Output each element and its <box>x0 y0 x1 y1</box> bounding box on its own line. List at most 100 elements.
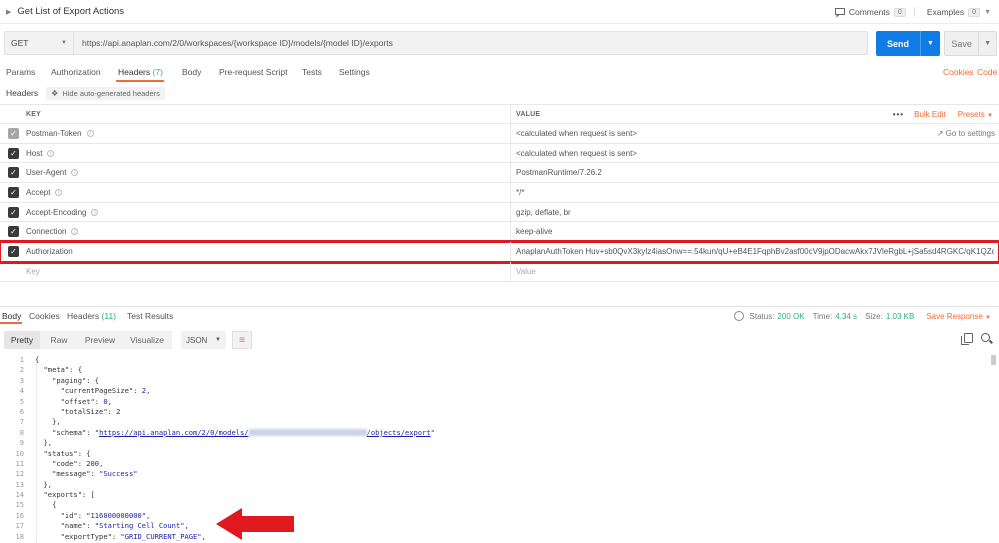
method-select[interactable]: GET ▼ <box>4 31 74 55</box>
info-icon[interactable]: i <box>47 149 55 157</box>
header-enabled-checkbox[interactable]: ✓ <box>8 187 19 199</box>
send-label: Send <box>886 38 909 49</box>
save-response-label: Save Response <box>926 311 983 321</box>
header-enabled-checkbox[interactable]: ✓ <box>8 246 19 258</box>
new-header-row: Key Value <box>0 261 999 282</box>
go-to-settings-link[interactable]: ↗ Go to settings <box>937 129 995 138</box>
header-key[interactable]: Authorization <box>26 247 73 256</box>
headers-label: Headers <box>6 88 39 98</box>
header-value[interactable]: keep-alive <box>516 227 994 236</box>
view-preview-button[interactable]: Preview <box>78 331 122 349</box>
send-button[interactable]: Send ▼ <box>876 31 940 56</box>
header-enabled-checkbox[interactable]: ✓ <box>8 226 19 238</box>
send-options-chevron-icon[interactable]: ▼ <box>920 31 940 56</box>
examples-button[interactable]: Examples 0 ▼ <box>913 7 999 17</box>
code-text: "status": { <box>35 448 91 458</box>
new-value-input[interactable]: Value <box>516 267 994 276</box>
code-text: "code": 200, <box>35 458 104 468</box>
header-key[interactable]: Host i <box>26 149 55 158</box>
line-number: 13 <box>15 479 24 489</box>
new-key-input[interactable]: Key <box>26 267 40 276</box>
tab-prerequest-script[interactable]: Pre-request Script <box>219 67 288 77</box>
scrollbar-thumb[interactable] <box>991 355 996 365</box>
header-enabled-checkbox[interactable]: ✓ <box>8 128 19 139</box>
wrap-lines-icon[interactable]: ≡ <box>232 331 252 349</box>
info-icon[interactable]: i <box>55 189 63 197</box>
tab-response-headers[interactable]: Headers (11) <box>67 311 116 321</box>
column-divider <box>510 163 511 183</box>
header-value[interactable]: AnaplanAuthToken Huv+sb0QvX3kyIz4iasOnw=… <box>516 247 994 256</box>
code-line: 10 "status": { <box>0 449 990 459</box>
tab-test-results[interactable]: Test Results <box>127 311 173 321</box>
search-icon[interactable] <box>981 333 990 342</box>
status-label: Status: <box>749 311 775 321</box>
tab-settings[interactable]: Settings <box>339 67 370 77</box>
info-icon[interactable]: i <box>71 169 79 177</box>
line-number: 11 <box>15 458 24 468</box>
code-line: 16 "id": "116000000000", <box>0 511 990 521</box>
info-icon[interactable]: i <box>86 130 94 137</box>
format-select[interactable]: JSON ▼ <box>181 331 226 349</box>
time-value: 4.34 s <box>835 311 858 321</box>
response-body-code[interactable]: 1{2 "meta": {3 "paging": {4 "currentPage… <box>0 355 990 543</box>
header-value[interactable]: PostmanRuntime/7.26.2 <box>516 168 994 177</box>
view-visualize-button[interactable]: Visualize <box>122 331 172 349</box>
view-pretty-button[interactable]: Pretty <box>4 331 40 349</box>
request-name[interactable]: Get List of Export Actions <box>17 6 124 17</box>
tab-headers[interactable]: Headers (7) <box>118 67 163 77</box>
code-text: "meta": { <box>35 365 82 375</box>
info-icon[interactable]: i <box>91 208 99 216</box>
hide-auto-headers-button[interactable]: ❖ Hide auto-generated headers <box>46 86 165 100</box>
line-number: 1 <box>19 355 24 364</box>
comments-button[interactable]: Comments 0 <box>827 7 914 17</box>
tab-tests[interactable]: Tests <box>302 67 322 77</box>
view-raw-button[interactable]: Raw <box>40 331 78 349</box>
header-key[interactable]: Connection i <box>26 227 79 236</box>
tab-authorization[interactable]: Authorization <box>51 67 101 77</box>
save-options-chevron-icon[interactable]: ▼ <box>978 32 996 55</box>
presets-dropdown[interactable]: Presets ▼ <box>958 110 993 119</box>
save-response-dropdown[interactable]: Save Response ▼ <box>926 312 991 321</box>
tab-body[interactable]: Body <box>182 67 201 77</box>
code-link[interactable]: Code <box>977 67 997 77</box>
url-input[interactable]: https://api.anaplan.com/2/0/workspaces/{… <box>74 31 868 55</box>
code-text: "currentPageSize": 2, <box>35 386 151 396</box>
headers-table-head: KEY VALUE ••• Bulk Edit Presets ▼ <box>0 104 999 124</box>
bulk-edit-link[interactable]: Bulk Edit <box>914 110 946 119</box>
header-value[interactable]: */* <box>516 188 994 197</box>
code-line: 5 "offset": 0, <box>0 397 990 407</box>
tab-params[interactable]: Params <box>6 67 35 77</box>
code-text: { <box>35 355 40 364</box>
cookies-link[interactable]: Cookies <box>943 67 974 77</box>
tab-response-body[interactable]: Body <box>2 311 21 321</box>
header-key[interactable]: Accept-Encoding i <box>26 207 99 217</box>
header-value[interactable]: <calculated when request is sent> <box>516 149 994 158</box>
globe-icon[interactable] <box>733 311 744 321</box>
header-value[interactable]: gzip, deflate, br <box>516 208 994 217</box>
header-key-text: Accept-Encoding <box>26 207 87 217</box>
code-text: { <box>35 500 57 510</box>
active-tab-indicator <box>0 322 22 324</box>
header-enabled-checkbox[interactable]: ✓ <box>8 167 19 179</box>
code-text: "name": "Starting Cell Count", <box>35 521 189 531</box>
header-value[interactable]: <calculated when request is sent> <box>516 129 994 138</box>
save-button[interactable]: Save ▼ <box>944 31 997 56</box>
tab-response-cookies[interactable]: Cookies <box>29 311 60 321</box>
vertical-scrollbar[interactable] <box>991 355 996 540</box>
examples-label: Examples <box>926 7 965 17</box>
examples-count-badge: 0 <box>968 7 981 17</box>
chevron-down-icon: ▼ <box>215 337 221 343</box>
chevron-down-icon: ▼ <box>985 314 991 321</box>
header-enabled-checkbox[interactable]: ✓ <box>8 147 19 159</box>
header-key[interactable]: Accept i <box>26 188 63 197</box>
expand-caret-icon[interactable]: ▶ <box>6 8 11 16</box>
hide-auto-headers-label: Hide auto-generated headers <box>62 88 160 98</box>
more-options-icon[interactable]: ••• <box>893 110 904 119</box>
header-key[interactable]: Postman-Token i <box>26 129 94 138</box>
info-icon[interactable]: i <box>71 228 79 236</box>
column-divider <box>510 261 511 281</box>
copy-icon[interactable] <box>961 333 973 345</box>
code-text: }, <box>35 479 53 489</box>
header-enabled-checkbox[interactable]: ✓ <box>8 206 19 218</box>
header-key[interactable]: User-Agent i <box>26 168 79 177</box>
